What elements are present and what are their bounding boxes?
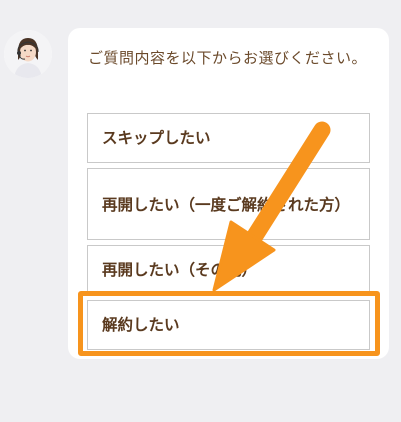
- option-skip-button[interactable]: スキップしたい: [87, 113, 370, 163]
- option-cancel-subscription-label: 解約したい: [102, 316, 180, 334]
- option-resume-other-button[interactable]: 再開したい（その他）: [87, 245, 370, 295]
- question-prompt: ご質問内容を以下からお選びください。: [88, 49, 368, 67]
- operator-avatar-icon: [4, 30, 52, 78]
- option-resume-after-cancel-button[interactable]: 再開したい（一度ご解約された方）: [87, 168, 370, 240]
- option-skip-label: スキップしたい: [102, 129, 211, 147]
- option-resume-after-cancel-label: 再開したい（一度ご解約された方）: [102, 196, 351, 214]
- option-resume-other-label: 再開したい（その他）: [102, 261, 258, 279]
- operator-avatar: [4, 30, 52, 78]
- option-cancel-subscription-button[interactable]: 解約したい: [87, 300, 370, 350]
